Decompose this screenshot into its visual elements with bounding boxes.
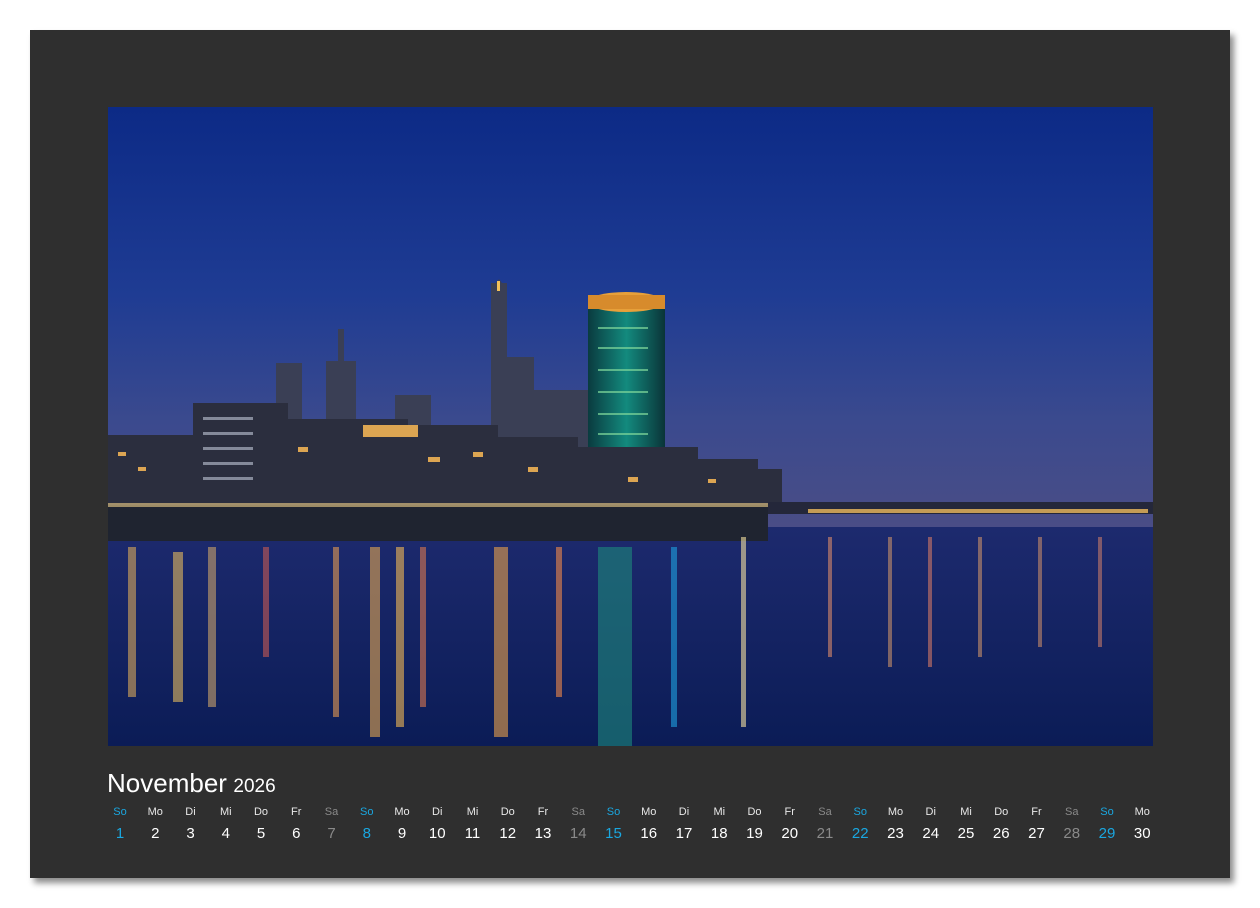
day-number: 30 [1133,825,1151,842]
weekday-label: Fr [291,806,302,818]
day-number: 29 [1098,825,1116,842]
day-number: 21 [816,825,834,842]
day-cell: Fr 20 [772,805,808,843]
day-cell: Mi 25 [948,805,984,843]
day-cell: Sa 14 [560,805,596,843]
day-cell: Mi 4 [208,805,244,843]
day-cell: So 8 [349,805,385,843]
day-number: 14 [569,825,587,842]
day-cell: Mo 30 [1124,805,1160,843]
day-cell: Do 19 [737,805,773,843]
weekday-label: Di [185,806,196,818]
day-number: 5 [256,825,266,842]
month-name: November [107,768,227,798]
weekday-label: Fr [1031,806,1042,818]
day-cell: So 29 [1089,805,1125,843]
day-number: 4 [221,825,230,842]
day-number: 20 [781,825,799,842]
day-number: 1 [115,825,125,842]
weekday-label: Mi [466,806,479,818]
weekday-label: So [606,806,621,818]
weekday-label: Mo [147,806,163,818]
weekday-label: So [113,806,127,818]
day-cell: So 22 [842,805,878,843]
day-number: 15 [605,825,622,842]
day-cell: Di 3 [173,805,209,843]
day-number: 19 [746,825,763,842]
weekday-label: Mo [887,806,904,818]
weekday-label: Sa [571,806,585,818]
skyline-illustration [108,107,1153,746]
weekday-label: Do [253,806,269,818]
day-cell: So 15 [596,805,632,843]
day-number: 11 [464,825,481,842]
day-number: 3 [186,825,195,842]
day-number: 2 [151,825,160,842]
weekday-label: Di [925,806,936,818]
day-cell: Di 17 [666,805,702,843]
day-cell: So 1 [102,805,138,843]
day-cell: Mo 16 [631,805,667,843]
day-cell: Di 10 [419,805,455,843]
day-number: 27 [1028,825,1045,842]
weekday-label: Mo [394,806,410,818]
day-cell: Mo 9 [384,805,420,843]
weekday-label: Do [747,806,762,818]
day-cell: Do 12 [490,805,526,843]
weekday-label: So [1100,806,1114,818]
month-title: November 2026 [107,768,276,799]
weekday-label: Mo [641,806,657,818]
day-number: 18 [710,825,728,842]
day-cell: Fr 6 [278,805,314,843]
day-cell: Mi 11 [455,805,491,843]
weekday-label: Sa [1065,806,1079,818]
day-number: 17 [675,825,693,842]
day-cell: Do 26 [983,805,1019,843]
day-cell: Sa 21 [807,805,843,843]
day-number: 25 [957,825,975,842]
weekday-label: So [360,806,374,818]
skyline-photo [108,107,1153,746]
weekday-label: Mo [1134,806,1150,818]
weekday-label: Mi [713,806,726,818]
day-number: 16 [640,825,658,842]
day-strip: So 1 Mo 2 Di 3 Mi 4 Do 5 Fr 6 Sa 7 So 8 Mo 9 Di 10 Mi 11 Do 12 F… [102,805,1162,849]
day-number: 22 [851,825,869,842]
weekday-label: Di [678,806,690,818]
day-cell: Mi 18 [701,805,737,843]
day-cell: Fr 13 [525,805,561,843]
day-number: 23 [887,825,904,842]
weekday-label: Di [432,806,443,818]
day-cell: Sa 7 [314,805,350,843]
calendar-page: November 2026 So 1 Mo 2 Di 3 Mi 4 Do 5 Fr 6 Sa 7 So 8 Mo… [30,30,1230,878]
weekday-label: Fr [537,806,549,818]
day-cell: Mo 2 [137,805,173,843]
weekday-label: Mi [960,806,972,818]
weekday-label: Do [994,806,1009,818]
day-number: 10 [428,825,446,842]
weekday-label: Do [500,806,515,818]
day-number: 28 [1063,825,1081,842]
day-number: 24 [922,825,940,842]
day-number: 13 [534,825,552,842]
day-number: 7 [327,825,336,842]
weekday-label: Sa [818,806,832,818]
day-number: 8 [362,825,371,842]
day-cell: Di 24 [913,805,949,843]
weekday-label: So [853,806,867,818]
day-cell: Do 5 [243,805,279,843]
day-number: 6 [292,825,301,842]
day-number: 12 [499,825,517,842]
day-number: 9 [397,825,407,842]
day-cell: Sa 28 [1054,805,1090,843]
year-label: 2026 [233,776,276,797]
weekday-label: Mi [219,806,232,818]
day-number: 26 [992,825,1010,842]
weekday-label: Sa [324,806,339,818]
day-cell: Mo 23 [878,805,914,843]
weekday-label: Fr [784,806,795,818]
day-cell: Fr 27 [1019,805,1055,843]
